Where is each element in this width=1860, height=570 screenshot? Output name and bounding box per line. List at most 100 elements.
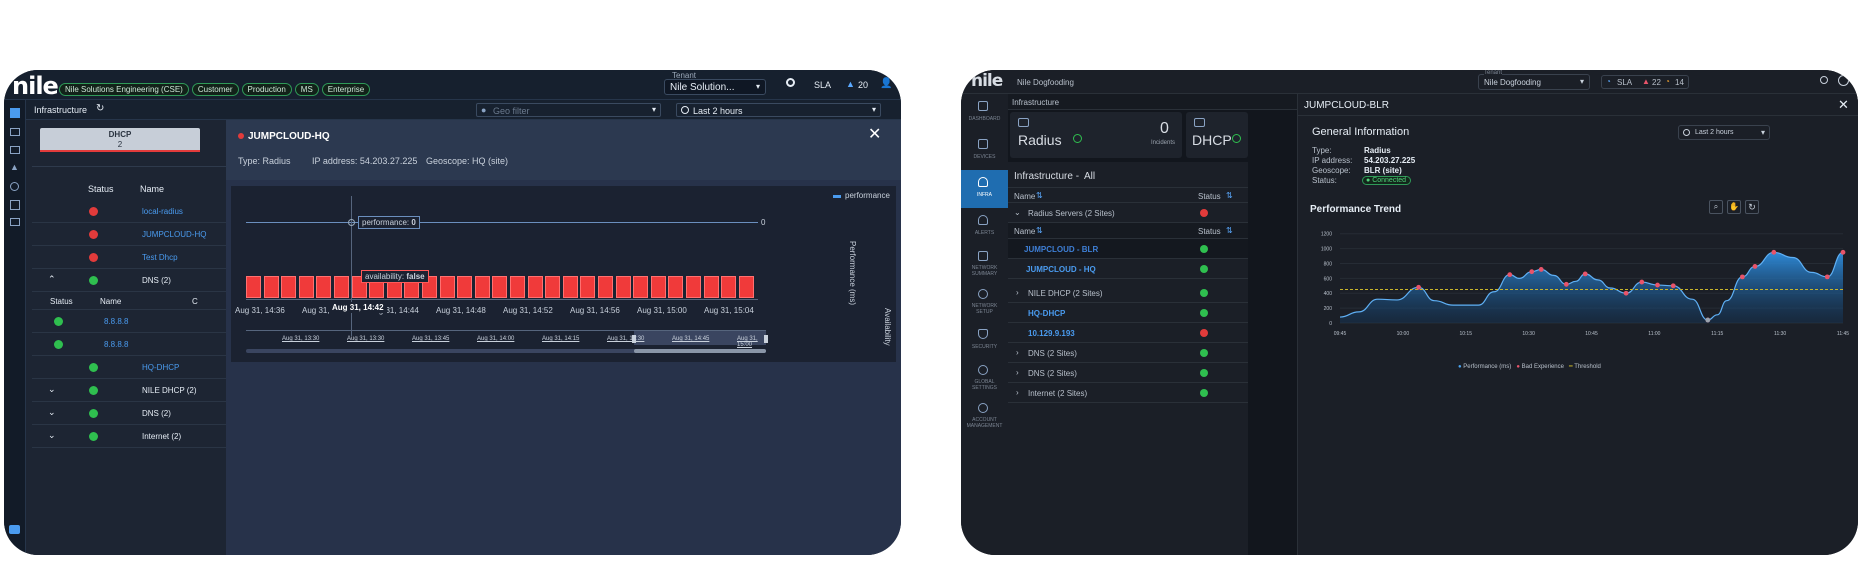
expand-icon[interactable]: ⌄ xyxy=(48,384,56,395)
row-name[interactable]: Test Dhcp xyxy=(142,253,178,262)
availability-bar[interactable] xyxy=(281,276,297,298)
row-name[interactable]: HQ-DHCP xyxy=(1028,309,1065,318)
expand-icon[interactable]: ⌄ xyxy=(1014,208,1021,217)
alerts-icon[interactable]: ▲ xyxy=(10,162,19,172)
name-header[interactable]: Name xyxy=(1014,192,1035,201)
name-header[interactable]: Name xyxy=(1014,227,1035,236)
availability-bar[interactable] xyxy=(703,276,719,298)
sort-icon[interactable]: ⇅ xyxy=(1226,191,1233,200)
availability-bar[interactable] xyxy=(246,276,261,298)
name-header[interactable]: Name xyxy=(140,184,164,194)
table-row[interactable]: HQ-DHCP xyxy=(32,356,229,379)
status-header[interactable]: Status xyxy=(1198,227,1221,236)
nav-network-setup[interactable]: NETWORK SETUP xyxy=(961,284,1008,322)
settings-icon[interactable] xyxy=(10,200,20,210)
table-row[interactable]: local-radius xyxy=(32,200,229,223)
availability-bar[interactable] xyxy=(686,276,701,298)
geo-filter[interactable]: ● Geo filter ▾ xyxy=(476,103,661,117)
expand-icon[interactable]: ⌄ xyxy=(48,407,56,418)
table-row[interactable]: Test Dhcp xyxy=(32,246,229,269)
tag[interactable]: Customer xyxy=(191,83,239,96)
tag[interactable]: Enterprise xyxy=(321,83,371,96)
table-row[interactable]: ⌄ NILE DHCP (2) xyxy=(32,379,229,402)
nav-network-summary[interactable]: NETWORK SUMMARY xyxy=(961,246,1008,284)
search-icon[interactable] xyxy=(786,78,795,87)
availability-chart[interactable]: performance Performance (ms) Availabilit… xyxy=(231,186,896,362)
infra-icon[interactable] xyxy=(10,146,20,154)
dashboard-icon[interactable] xyxy=(10,108,20,118)
status-header[interactable]: Status xyxy=(88,184,114,194)
expand-icon[interactable]: ⌄ xyxy=(48,430,56,441)
sla-link[interactable]: SLA xyxy=(1617,78,1632,87)
infra-filter[interactable]: All xyxy=(1084,171,1095,182)
row-name[interactable]: HQ-DHCP xyxy=(142,363,179,372)
scrollbar-thumb[interactable] xyxy=(634,349,766,353)
dhcp-card[interactable]: DHCP xyxy=(1186,112,1248,158)
expand-icon[interactable]: › xyxy=(1016,348,1019,357)
nav-devices[interactable]: DEVICES xyxy=(961,132,1008,170)
sort-icon[interactable]: ⇅ xyxy=(1226,226,1233,235)
table-row[interactable]: ⌃ DNS (2) xyxy=(32,269,229,292)
nav-global-settings[interactable]: GLOBAL SETTINGS xyxy=(961,360,1008,398)
pan-icon[interactable]: ✋ xyxy=(1727,200,1741,214)
nav-security[interactable]: SECURITY xyxy=(961,322,1008,360)
refresh-icon[interactable]: ↻ xyxy=(96,103,104,114)
time-range-select[interactable]: Last 2 hours ▾ xyxy=(676,103,881,117)
performance-trend-chart[interactable]: 0 200 400 600 800 1000 1200 09:45 10:00 10:15 10:3… xyxy=(1298,222,1858,362)
expand-icon[interactable]: › xyxy=(1016,368,1019,377)
availability-bar[interactable] xyxy=(615,276,631,298)
collapse-icon[interactable]: ⌃ xyxy=(48,274,56,285)
group-row[interactable]: › DNS (2 Sites) xyxy=(1008,363,1248,383)
navigator[interactable]: Aug 31, 13:30 Aug 31, 13:30 Aug 31, 13:45 A… xyxy=(246,330,768,353)
expand-icon[interactable]: › xyxy=(1016,288,1019,297)
table-row[interactable]: HQ-DHCP xyxy=(1008,303,1248,323)
availability-bar[interactable] xyxy=(721,276,737,298)
availability-bar[interactable] xyxy=(545,276,561,298)
availability-bar[interactable] xyxy=(334,276,349,298)
availability-bar[interactable] xyxy=(263,276,279,298)
status-header[interactable]: Status xyxy=(1198,192,1221,201)
tag[interactable]: Production xyxy=(241,83,292,96)
availability-bar[interactable] xyxy=(668,276,684,298)
sla-link[interactable]: SLA xyxy=(814,80,831,90)
group-row[interactable]: › DNS (2 Sites) xyxy=(1008,343,1248,363)
availability-bar[interactable] xyxy=(457,276,473,298)
security-icon[interactable] xyxy=(10,218,20,226)
expand-icon[interactable]: › xyxy=(1016,388,1019,397)
radius-card[interactable]: Radius 0 Incidents xyxy=(1010,112,1182,158)
table-row[interactable]: JUMPCLOUD - BLR xyxy=(1008,239,1248,259)
availability-bar[interactable] xyxy=(510,276,525,298)
availability-bar[interactable] xyxy=(738,276,754,298)
devices-icon[interactable] xyxy=(10,128,20,136)
availability-bar[interactable] xyxy=(650,276,666,298)
availability-bar[interactable] xyxy=(562,276,578,298)
availability-bar[interactable] xyxy=(598,276,613,298)
zoom-icon[interactable]: ⌕ xyxy=(1709,200,1723,214)
dhcp-card[interactable]: DHCP 2 xyxy=(40,128,200,152)
availability-bar[interactable] xyxy=(580,276,596,298)
availability-bar[interactable] xyxy=(527,276,543,298)
tenant-select[interactable]: Nile Solution... ▾ xyxy=(664,79,766,95)
tag[interactable]: MS xyxy=(294,83,319,96)
user-icon[interactable] xyxy=(1838,75,1849,86)
table-row[interactable]: JUMPCLOUD - HQ xyxy=(1008,259,1248,279)
close-icon[interactable]: ✕ xyxy=(868,124,881,144)
group-row[interactable]: › NILE DHCP (2 Sites) xyxy=(1008,283,1248,303)
tag[interactable]: Nile Solutions Engineering (CSE) xyxy=(59,83,189,96)
availability-bar[interactable] xyxy=(298,276,314,298)
row-name[interactable]: 10.129.9.193 xyxy=(1028,329,1075,338)
sort-icon[interactable]: ⇅ xyxy=(1036,191,1043,200)
user-icon[interactable]: 👤 xyxy=(880,78,892,89)
tenant-select[interactable]: Tenant Nile Dogfooding ▾ xyxy=(1478,70,1590,90)
sort-icon[interactable]: ⇅ xyxy=(1036,226,1043,235)
sla-alerts-group[interactable]: ◔ SLA ▲ 22 ◔ 14 xyxy=(1601,75,1689,89)
row-name[interactable]: JUMPCLOUD - HQ xyxy=(1026,265,1096,274)
nav-infra[interactable]: INFRA xyxy=(961,170,1008,208)
nav-dashboard[interactable]: DASHBOARD xyxy=(961,94,1008,132)
chat-icon[interactable] xyxy=(9,525,20,534)
availability-bar[interactable] xyxy=(316,276,332,298)
row-name[interactable]: local-radius xyxy=(142,207,183,216)
reset-icon[interactable]: ↻ xyxy=(1745,200,1759,214)
nav-account-management[interactable]: ACCOUNT MANAGEMENT xyxy=(961,398,1008,436)
row-name[interactable]: JUMPCLOUD-HQ xyxy=(142,230,206,239)
